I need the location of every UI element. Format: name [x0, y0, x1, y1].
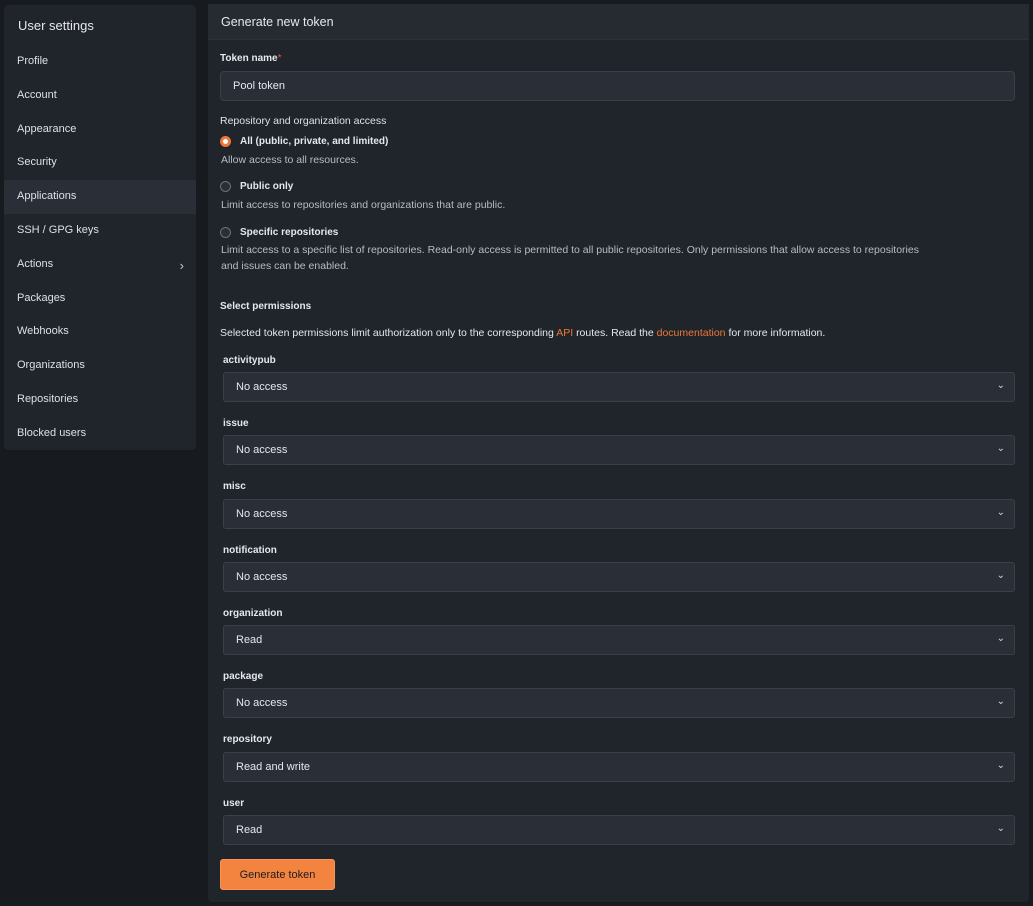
- permission-label-misc: misc: [223, 481, 246, 492]
- sidebar-item-actions[interactable]: Actions ›: [4, 248, 196, 282]
- sidebar-item-webhooks[interactable]: Webhooks: [4, 315, 196, 349]
- radio-specific-repositories-description-2: and issues can be enabled.: [221, 260, 349, 272]
- radio-public-only[interactable]: [220, 181, 231, 192]
- chevron-right-icon: ›: [179, 257, 184, 273]
- permission-select-issue[interactable]: No access ⌄: [223, 435, 1015, 465]
- permission-label-repository: repository: [223, 734, 272, 745]
- token-name-label: Token name*: [220, 53, 282, 64]
- radio-all-label[interactable]: All (public, private, and limited): [240, 136, 388, 147]
- permission-label-activitypub: activitypub: [223, 355, 276, 366]
- sidebar-item-label: Appearance: [17, 122, 77, 135]
- sidebar-item-label: Repositories: [17, 392, 79, 405]
- radio-specific-repositories-label[interactable]: Specific repositories: [240, 227, 338, 238]
- sidebar-item-label: SSH / GPG keys: [17, 223, 99, 236]
- chevron-down-icon: ⌄: [996, 570, 1005, 581]
- settings-sidebar: User settings Profile Account Appearance…: [4, 5, 196, 450]
- chevron-down-icon: ⌄: [996, 823, 1005, 834]
- generate-token-panel: Generate new token Token name* Pool toke…: [208, 4, 1029, 902]
- radio-public-only-label[interactable]: Public only: [240, 181, 293, 192]
- api-link[interactable]: API: [556, 327, 573, 339]
- sidebar-item-account[interactable]: Account: [4, 79, 196, 113]
- radio-specific-repositories[interactable]: [220, 227, 231, 238]
- permission-select-misc[interactable]: No access ⌄: [223, 499, 1015, 529]
- sidebar-item-applications[interactable]: Applications: [4, 180, 196, 214]
- sidebar-item-organizations[interactable]: Organizations: [4, 349, 196, 383]
- sidebar-item-profile[interactable]: Profile: [4, 45, 196, 79]
- chevron-down-icon: ⌄: [996, 696, 1005, 707]
- sidebar-item-blocked-users[interactable]: Blocked users: [4, 417, 196, 451]
- radio-public-only-description: Limit access to repositories and organiz…: [221, 199, 506, 211]
- permission-select-organization[interactable]: Read ⌄: [223, 625, 1015, 655]
- sidebar-item-label: Organizations: [17, 359, 85, 372]
- sidebar-item-label: Webhooks: [17, 325, 69, 338]
- sidebar-item-label: Profile: [17, 55, 49, 67]
- sidebar-title: User settings: [18, 18, 94, 33]
- chevron-down-icon: ⌄: [996, 380, 1005, 391]
- chevron-down-icon: ⌄: [996, 507, 1005, 518]
- permission-label-notification: notification: [223, 545, 277, 556]
- chevron-down-icon: ⌄: [996, 633, 1005, 644]
- access-section-title: Repository and organization access: [220, 115, 387, 127]
- sidebar-item-label: Security: [17, 156, 57, 169]
- permission-label-package: package: [223, 671, 264, 682]
- sidebar-item-packages[interactable]: Packages: [4, 282, 196, 316]
- radio-all-description: Allow access to all resources.: [221, 154, 359, 166]
- sidebar-item-ssh-gpg-keys[interactable]: SSH / GPG keys: [4, 214, 196, 248]
- permission-select-package[interactable]: No access ⌄: [223, 688, 1015, 718]
- permissions-title: Select permissions: [220, 301, 312, 312]
- sidebar-item-repositories[interactable]: Repositories: [4, 383, 196, 417]
- radio-all[interactable]: [220, 136, 231, 147]
- chevron-down-icon: ⌄: [996, 760, 1005, 771]
- sidebar-item-label: Actions: [17, 257, 54, 270]
- permission-select-repository[interactable]: Read and write ⌄: [223, 752, 1015, 782]
- generate-token-button[interactable]: Generate token: [220, 859, 335, 890]
- chevron-down-icon: ⌄: [996, 443, 1005, 454]
- token-name-input[interactable]: Pool token: [220, 71, 1015, 101]
- permission-select-user[interactable]: Read ⌄: [223, 815, 1015, 845]
- sidebar-item-security[interactable]: Security: [4, 146, 196, 180]
- sidebar-item-appearance[interactable]: Appearance: [4, 113, 196, 147]
- required-asterisk: *: [277, 53, 282, 64]
- sidebar-item-label: Applications: [17, 190, 77, 203]
- permission-label-user: user: [223, 798, 245, 809]
- panel-title: Generate new token: [208, 4, 1029, 40]
- permission-select-activitypub[interactable]: No access ⌄: [223, 372, 1015, 402]
- documentation-link[interactable]: documentation: [657, 327, 726, 339]
- permission-label-issue: issue: [223, 418, 249, 429]
- permission-label-organization: organization: [223, 608, 283, 619]
- sidebar-item-label: Packages: [17, 291, 66, 304]
- sidebar-item-label: Account: [17, 88, 57, 101]
- permission-select-notification[interactable]: No access ⌄: [223, 562, 1015, 592]
- radio-specific-repositories-description: Limit access to a specific list of repos…: [221, 244, 919, 256]
- permissions-info: Selected token permissions limit authori…: [220, 327, 826, 339]
- sidebar-item-label: Blocked users: [17, 426, 87, 439]
